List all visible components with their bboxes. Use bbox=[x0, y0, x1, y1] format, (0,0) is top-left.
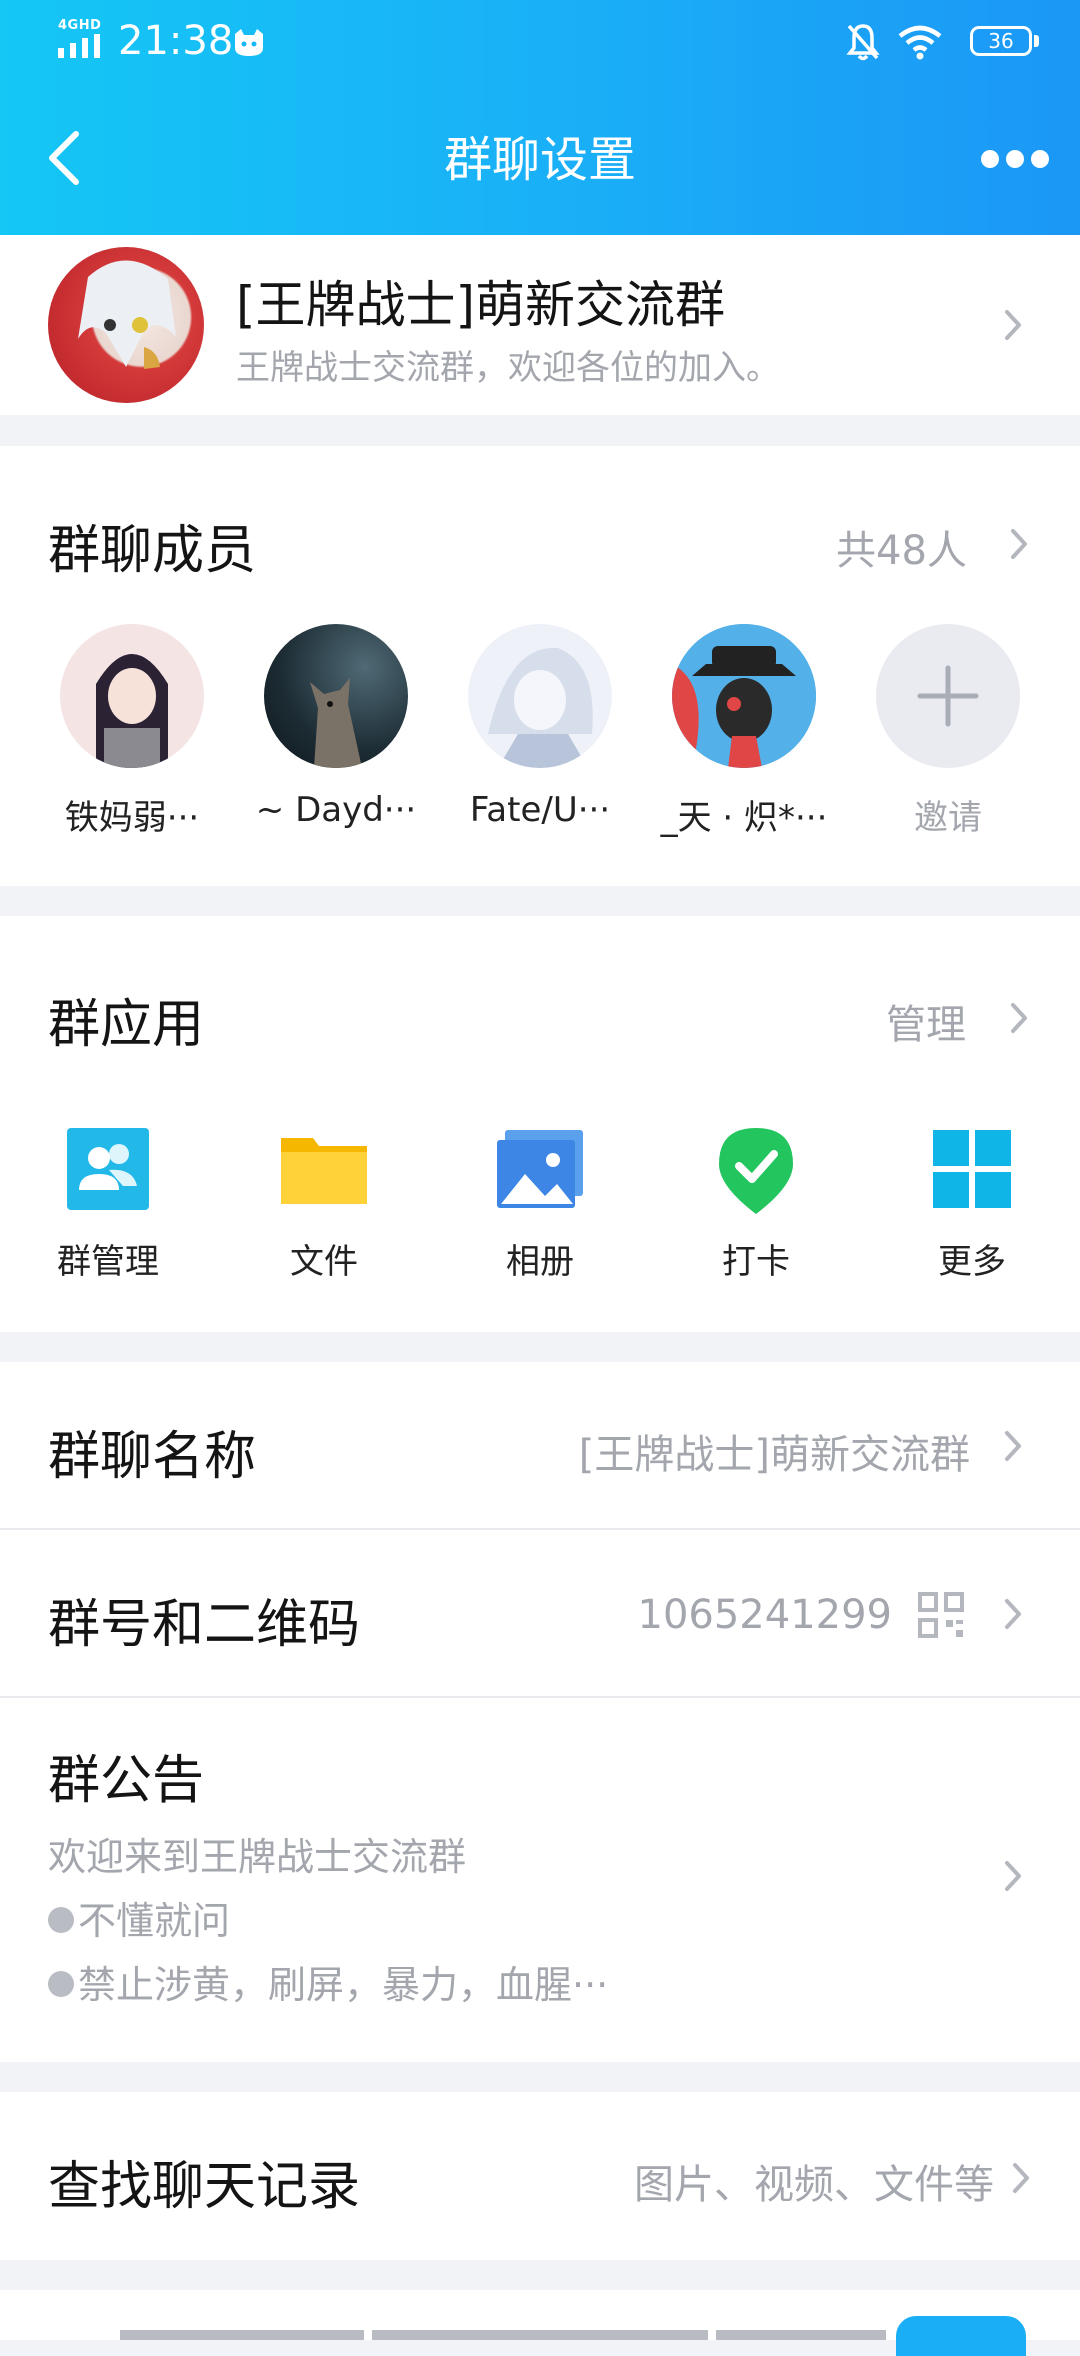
chevron-right-icon bbox=[1005, 1861, 1021, 1891]
notice-line: 禁止涉黄，刷屏，暴力，血腥··· bbox=[78, 1963, 609, 2007]
member-name: ~ Dayd··· bbox=[255, 790, 417, 830]
folder-icon bbox=[281, 1138, 367, 1204]
group-number-value: 1065241299 bbox=[637, 1592, 893, 1638]
members-title: 群聊成员 bbox=[48, 521, 257, 581]
chevron-right-icon bbox=[1005, 1431, 1021, 1461]
qr-code-icon bbox=[918, 1592, 964, 1638]
battery-tip bbox=[1034, 35, 1039, 47]
apps-grid: 群管理 文件 相册 打卡 更多 bbox=[0, 1124, 1080, 1324]
notice-bullet-line: 不懂就问 bbox=[48, 1890, 230, 1945]
notice-bullet-line: 禁止涉黄，刷屏，暴力，血腥··· bbox=[48, 1954, 608, 2009]
group-apps-section: 群应用 管理 群管理 文件 相册 打卡 更多 bbox=[0, 916, 1080, 1332]
avatar-art-icon bbox=[96, 654, 168, 768]
app-label: 群管理 bbox=[57, 1242, 159, 1282]
notice-line: 欢迎来到王牌战士交流群 bbox=[48, 1835, 467, 1879]
signal-icon bbox=[58, 34, 100, 58]
partial-bar bbox=[716, 2330, 886, 2340]
avatar-art-icon bbox=[672, 624, 816, 768]
member-name: Fate/U··· bbox=[469, 790, 611, 830]
more-options-icon[interactable] bbox=[980, 145, 1050, 173]
status-right: 36 bbox=[820, 0, 1080, 88]
invite-label: 邀请 bbox=[914, 798, 982, 838]
group-name: [王牌战士]萌新交流群 bbox=[236, 276, 726, 334]
status-bar: 4GHD 21:38 36 bbox=[0, 0, 1080, 88]
app-group-manage[interactable]: 群管理 bbox=[0, 1124, 216, 1324]
group-description: 王牌战士交流群，欢迎各位的加入。 bbox=[236, 348, 780, 388]
checkin-icon bbox=[719, 1128, 793, 1214]
group-name-value: [王牌战士]萌新交流群 bbox=[578, 1432, 970, 1478]
page-title: 群聊设置 bbox=[443, 132, 636, 188]
group-manage-icon bbox=[67, 1128, 149, 1210]
member-avatar bbox=[672, 624, 816, 768]
avatar-art-icon bbox=[310, 678, 362, 768]
group-number-label: 群号和二维码 bbox=[48, 1595, 361, 1655]
member-name: 铁妈弱··· bbox=[64, 798, 200, 838]
mute-bell-icon bbox=[846, 24, 880, 61]
app-checkin[interactable]: 打卡 bbox=[648, 1124, 864, 1324]
group-avatar bbox=[48, 247, 204, 403]
notice-title: 群公告 bbox=[48, 1751, 205, 1811]
member-item[interactable]: 铁妈弱··· bbox=[42, 624, 222, 854]
group-name-row[interactable]: 群聊名称 [王牌战士]萌新交流群 bbox=[0, 1362, 1080, 1528]
member-avatar bbox=[60, 624, 204, 768]
header-bar: 4GHD 21:38 36 群聊设置 bbox=[0, 0, 1080, 235]
members-section: 群聊成员 共48人 铁妈弱··· ~ Dayd··· Fate/U··· _天 … bbox=[0, 446, 1080, 886]
avatar-art-icon bbox=[78, 260, 176, 369]
battery-indicator: 36 bbox=[970, 26, 1032, 56]
member-name: _天 · 炽*··· bbox=[660, 798, 828, 838]
invite-circle bbox=[876, 624, 1020, 768]
next-section-partial bbox=[0, 2290, 1080, 2356]
member-count[interactable]: 共48人 bbox=[836, 518, 967, 576]
search-history-hint: 图片、视频、文件等 bbox=[634, 2162, 994, 2208]
group-number-row[interactable]: 群号和二维码 1065241299 bbox=[0, 1530, 1080, 1696]
notification-cat-icon bbox=[235, 29, 263, 56]
apps-manage-link[interactable]: 管理 bbox=[886, 992, 966, 1050]
group-profile-card[interactable]: [王牌战士]萌新交流群 王牌战士交流群，欢迎各位的加入。 bbox=[0, 235, 1080, 415]
app-file[interactable]: 文件 bbox=[216, 1124, 432, 1324]
chevron-right-icon bbox=[1005, 310, 1021, 340]
avatar-art-icon bbox=[488, 647, 593, 768]
app-more[interactable]: 更多 bbox=[864, 1124, 1080, 1324]
invite-button[interactable]: 邀请 bbox=[858, 624, 1038, 854]
toggle-switch[interactable] bbox=[896, 2316, 1026, 2356]
group-info-section: 群聊名称 [王牌战士]萌新交流群 群号和二维码 1065241299 群公告 欢… bbox=[0, 1362, 1080, 2062]
album-icon bbox=[497, 1130, 583, 1208]
member-avatar bbox=[468, 624, 612, 768]
more-apps-icon bbox=[933, 1130, 1011, 1208]
member-item[interactable]: Fate/U··· bbox=[450, 624, 630, 854]
group-notice-row[interactable]: 群公告 欢迎来到王牌战士交流群 不懂就问 禁止涉黄，刷屏，暴力，血腥··· bbox=[0, 1698, 1080, 2062]
partial-bar bbox=[120, 2330, 364, 2340]
wifi-icon bbox=[898, 25, 942, 60]
app-label: 打卡 bbox=[722, 1242, 790, 1282]
app-label: 相册 bbox=[506, 1242, 574, 1282]
app-album[interactable]: 相册 bbox=[432, 1124, 648, 1324]
app-label: 更多 bbox=[938, 1242, 1006, 1282]
search-history-row[interactable]: 查找聊天记录 图片、视频、文件等 bbox=[0, 2092, 1080, 2260]
bullet-icon bbox=[48, 1970, 74, 1997]
plus-icon bbox=[917, 665, 979, 727]
member-avatar bbox=[264, 624, 408, 768]
app-label: 文件 bbox=[290, 1242, 358, 1282]
notice-line: 不懂就问 bbox=[78, 1899, 231, 1943]
status-time: 21:38 bbox=[118, 18, 234, 64]
chevron-right-icon bbox=[1011, 529, 1027, 559]
chevron-right-icon bbox=[1011, 1003, 1027, 1033]
search-history-label: 查找聊天记录 bbox=[48, 2157, 361, 2217]
bullet-icon bbox=[48, 1906, 74, 1933]
group-name-label: 群聊名称 bbox=[48, 1427, 257, 1487]
apps-title: 群应用 bbox=[48, 995, 205, 1055]
member-item[interactable]: _天 · 炽*··· bbox=[654, 624, 834, 854]
chevron-right-icon bbox=[1013, 2163, 1029, 2193]
network-type: 4GHD bbox=[58, 18, 102, 33]
member-item[interactable]: ~ Dayd··· bbox=[246, 624, 426, 854]
chevron-right-icon bbox=[1005, 1599, 1021, 1629]
partial-bar bbox=[372, 2330, 708, 2340]
